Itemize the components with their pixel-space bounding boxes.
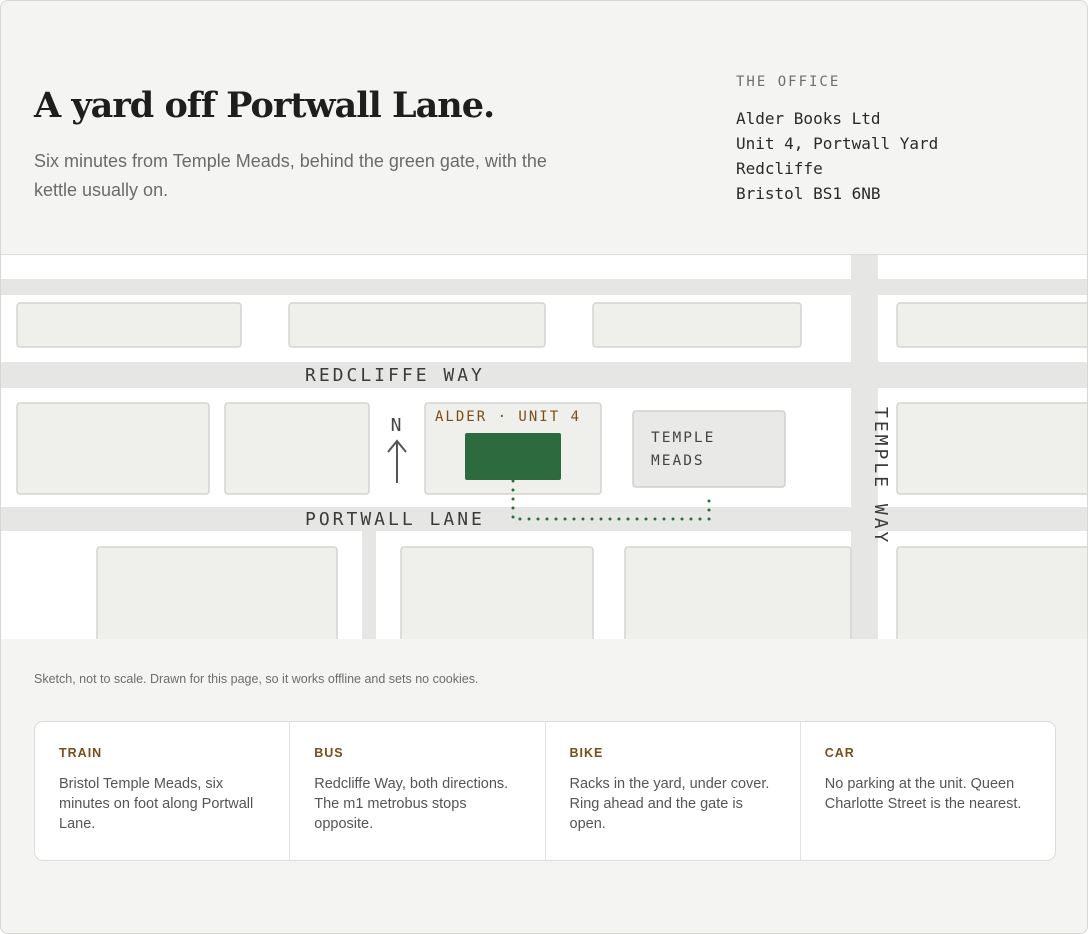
- building-block: [288, 302, 546, 348]
- building-block: [896, 546, 1087, 639]
- travel-option-label: TRAIN: [59, 746, 103, 760]
- travel-option-bike: BIKE Racks in the yard, under cover. Rin…: [546, 722, 801, 860]
- travel-option-text: Bristol Temple Meads, six minutes on foo…: [59, 776, 254, 832]
- travel-option-label: BUS: [314, 746, 344, 760]
- travel-option-bus: BUS Redcliffe Way, both directions. The …: [290, 722, 546, 860]
- travel-option-car: CAR No parking at the unit. Queen Charlo…: [801, 722, 1055, 860]
- street-label-portwall-lane: PORTWALL LANE: [305, 509, 485, 530]
- travel-option-label: CAR: [824, 746, 855, 760]
- building-block: [624, 546, 852, 639]
- office-marker: [465, 433, 561, 480]
- area-map: N REDCLIFFE WAY PORTWALL LANE TEMPLE WAY…: [1, 255, 1087, 639]
- station-label-line: TEMPLE: [651, 430, 715, 446]
- office-marker-label: ALDER · UNIT 4: [435, 409, 581, 425]
- office-address: Alder Books Ltd Unit 4, Portwall Yard Re…: [736, 106, 938, 206]
- location-header: A yard off Portwall Lane. Six minutes fr…: [1, 1, 1087, 255]
- building-block: [896, 402, 1087, 495]
- address-city: Bristol BS1 6NB: [736, 184, 881, 203]
- station-building: [632, 410, 786, 488]
- building-block: [400, 546, 594, 639]
- street-label-temple-way: TEMPLE WAY: [870, 407, 891, 545]
- building-block: [16, 302, 242, 348]
- address-district: Redcliffe: [736, 159, 823, 178]
- travel-options: TRAIN Bristol Temple Meads, six minutes …: [34, 721, 1056, 861]
- location-card: A yard off Portwall Lane. Six minutes fr…: [0, 0, 1088, 934]
- travel-option-train: TRAIN Bristol Temple Meads, six minutes …: [35, 722, 291, 860]
- travel-option-label: BIKE: [569, 746, 604, 760]
- travel-option-text: Racks in the yard, under cover. Ring ahe…: [569, 776, 770, 832]
- building-block: [896, 302, 1087, 348]
- travel-option-text: Redcliffe Way, both directions. The m1 m…: [314, 776, 509, 832]
- travel-option-text: No parking at the unit. Queen Charlotte …: [824, 776, 1022, 812]
- building-block: [224, 402, 370, 495]
- building-block: [96, 546, 338, 639]
- address-company: Alder Books Ltd: [736, 109, 881, 128]
- building-block: [16, 402, 210, 495]
- road-redcliffe-way: [1, 362, 1087, 388]
- station-label-line: MEADS: [651, 453, 705, 469]
- page-subtitle: Six minutes from Temple Meads, behind th…: [34, 151, 547, 200]
- map-sketch: N REDCLIFFE WAY PORTWALL LANE TEMPLE WAY…: [1, 255, 1087, 639]
- road-portwall-lane: [1, 507, 1087, 531]
- building-block: [592, 302, 802, 348]
- address-unit: Unit 4, Portwall Yard: [736, 134, 939, 153]
- compass-label: N: [391, 415, 402, 436]
- street-label-redcliffe-way: REDCLIFFE WAY: [305, 365, 485, 386]
- office-heading: THE OFFICE: [736, 74, 841, 90]
- road-side-lane: [362, 531, 376, 639]
- road-north: [1, 279, 1087, 295]
- page-title: A yard off Portwall Lane.: [34, 85, 495, 126]
- map-note: Sketch, not to scale. Drawn for this pag…: [34, 672, 479, 686]
